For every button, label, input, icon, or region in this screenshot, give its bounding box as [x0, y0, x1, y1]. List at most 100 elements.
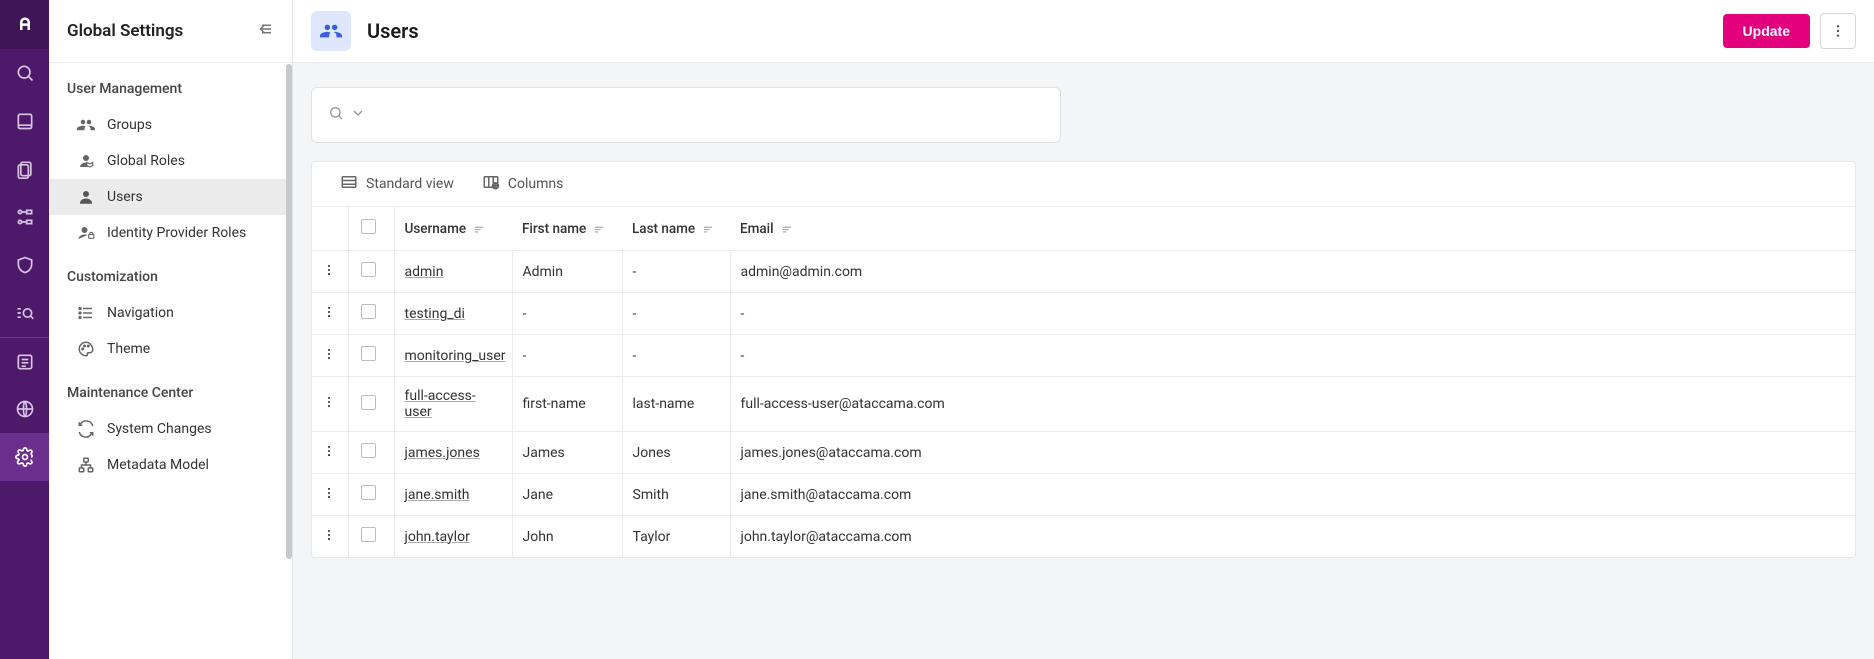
cell-username: monitoring_user — [394, 335, 512, 377]
chevron-down-icon[interactable] — [350, 105, 366, 125]
username-link[interactable]: testing_di — [405, 306, 465, 322]
page-title: Users — [367, 19, 419, 43]
col-firstname[interactable]: First name — [512, 207, 622, 251]
rail-clipboard[interactable] — [0, 145, 49, 193]
username-link[interactable]: james.jones — [405, 445, 480, 461]
collapse-sidebar-icon[interactable] — [256, 20, 274, 42]
columns-toggle[interactable]: Columns — [482, 173, 563, 195]
sidebar-item-metadata-model[interactable]: Metadata Model — [49, 447, 292, 483]
row-select[interactable] — [348, 474, 394, 516]
cell-username: james.jones — [394, 432, 512, 474]
sidebar-section-customization: Customization — [49, 251, 292, 295]
rail-settings[interactable] — [0, 433, 49, 481]
row-select[interactable] — [348, 377, 394, 432]
cell-username: admin — [394, 251, 512, 293]
sort-icon — [472, 222, 486, 236]
rail-explore[interactable] — [0, 289, 49, 337]
checkbox[interactable] — [361, 527, 376, 542]
row-select[interactable] — [348, 293, 394, 335]
sort-icon — [780, 222, 794, 236]
update-button[interactable]: Update — [1723, 14, 1810, 48]
cell-email: john.taylor@ataccama.com — [730, 516, 1855, 558]
sidebar-item-idp-roles[interactable]: Identity Provider Roles — [49, 215, 292, 251]
user-icon — [77, 188, 95, 206]
page-more-button[interactable] — [1820, 13, 1856, 49]
checkbox[interactable] — [361, 485, 376, 500]
table-view-icon — [340, 173, 358, 195]
col-select-all[interactable] — [348, 207, 394, 251]
username-link[interactable]: monitoring_user — [405, 348, 506, 364]
table-row: full-access-userfirst-namelast-namefull-… — [312, 377, 1855, 432]
cell-lastname: Taylor — [622, 516, 730, 558]
rail-search[interactable] — [0, 49, 49, 97]
checkbox[interactable] — [361, 219, 376, 234]
cell-lastname: Smith — [622, 474, 730, 516]
users-table-card: Standard view Columns Username First n — [311, 161, 1856, 558]
sidebar-item-global-roles[interactable]: Global Roles — [49, 143, 292, 179]
columns-label: Columns — [508, 176, 563, 192]
icon-rail — [0, 0, 49, 659]
checkbox[interactable] — [361, 443, 376, 458]
search-icon — [328, 105, 344, 125]
cell-firstname: - — [512, 293, 622, 335]
sort-icon — [592, 222, 606, 236]
users-table: Username First name Last name Email admi… — [312, 206, 1855, 557]
username-link[interactable]: admin — [405, 264, 444, 280]
rail-shield[interactable] — [0, 241, 49, 289]
rail-globe[interactable] — [0, 385, 49, 433]
app-logo[interactable] — [0, 0, 49, 49]
sidebar-item-theme[interactable]: Theme — [49, 331, 292, 367]
main-area: Users Update Standard view Co — [293, 0, 1874, 659]
row-actions-button[interactable] — [312, 432, 348, 474]
sidebar-section-usermgmt: User Management — [49, 63, 292, 107]
row-select[interactable] — [348, 251, 394, 293]
col-lastname[interactable]: Last name — [622, 207, 730, 251]
idp-icon — [77, 224, 95, 242]
row-actions-button[interactable] — [312, 516, 348, 558]
col-email[interactable]: Email — [730, 207, 1855, 251]
col-username[interactable]: Username — [394, 207, 512, 251]
row-select[interactable] — [348, 335, 394, 377]
checkbox[interactable] — [361, 262, 376, 277]
sidebar-scrollbar[interactable] — [286, 64, 292, 559]
cell-firstname: Jane — [512, 474, 622, 516]
sidebar-item-users[interactable]: Users — [49, 179, 292, 215]
username-link[interactable]: jane.smith — [405, 487, 470, 503]
sidebar-item-navigation[interactable]: Navigation — [49, 295, 292, 331]
row-actions-button[interactable] — [312, 335, 348, 377]
row-actions-button[interactable] — [312, 474, 348, 516]
palette-icon — [77, 340, 95, 358]
cell-email: admin@admin.com — [730, 251, 1855, 293]
sort-icon — [701, 222, 715, 236]
sidebar-item-label: Groups — [107, 117, 152, 133]
cell-lastname: Jones — [622, 432, 730, 474]
role-icon — [77, 152, 95, 170]
username-link[interactable]: john.taylor — [405, 529, 470, 545]
cell-username: john.taylor — [394, 516, 512, 558]
row-select[interactable] — [348, 432, 394, 474]
cell-lastname: - — [622, 335, 730, 377]
row-actions-button[interactable] — [312, 251, 348, 293]
cell-firstname: first-name — [512, 377, 622, 432]
columns-icon — [482, 173, 500, 195]
standard-view-toggle[interactable]: Standard view — [340, 173, 454, 195]
sidebar-item-system-changes[interactable]: System Changes — [49, 411, 292, 447]
cell-firstname: Admin — [512, 251, 622, 293]
checkbox[interactable] — [361, 346, 376, 361]
checkbox[interactable] — [361, 304, 376, 319]
username-link[interactable]: full-access-user — [405, 388, 476, 420]
cell-username: full-access-user — [394, 377, 512, 432]
sidebar-title: Global Settings — [67, 21, 183, 41]
checkbox[interactable] — [361, 395, 376, 410]
row-actions-button[interactable] — [312, 377, 348, 432]
rail-catalog[interactable] — [0, 97, 49, 145]
rail-tasks[interactable] — [0, 337, 49, 385]
cell-email: james.jones@ataccama.com — [730, 432, 1855, 474]
sidebar-item-groups[interactable]: Groups — [49, 107, 292, 143]
row-select[interactable] — [348, 516, 394, 558]
row-actions-button[interactable] — [312, 293, 348, 335]
rail-workflow[interactable] — [0, 193, 49, 241]
search-input[interactable] — [311, 87, 1061, 143]
table-row: testing_di--- — [312, 293, 1855, 335]
cell-lastname: last-name — [622, 377, 730, 432]
